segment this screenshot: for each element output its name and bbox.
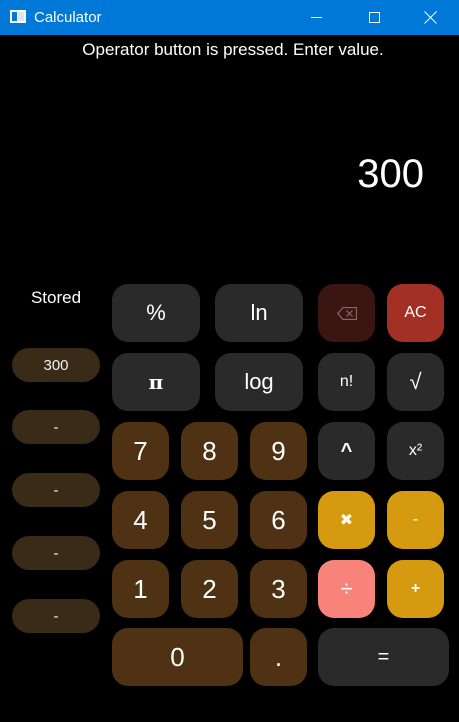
equals-button[interactable]: = [318, 628, 449, 686]
square-root-button[interactable]: √ [387, 353, 444, 411]
add-button[interactable]: + [387, 560, 444, 618]
memory-slot-2[interactable]: - [12, 410, 100, 444]
factorial-button[interactable]: n! [318, 353, 375, 411]
digit-9-button[interactable]: 9 [250, 422, 307, 480]
decimal-button[interactable]: . [250, 628, 307, 686]
digit-1-button[interactable]: 1 [112, 560, 169, 618]
digit-7-button[interactable]: 7 [112, 422, 169, 480]
digit-4-button[interactable]: 4 [112, 491, 169, 549]
backspace-icon [336, 306, 357, 320]
digit-8-button[interactable]: 8 [181, 422, 238, 480]
multiply-button[interactable]: ✖ [318, 491, 375, 549]
calculator-app-icon [10, 10, 26, 23]
pi-button[interactable]: π [112, 353, 200, 411]
ln-button[interactable]: ln [215, 284, 303, 342]
power-button[interactable]: ^ [318, 422, 375, 480]
divide-button[interactable]: ÷ [318, 560, 375, 618]
memory-slot-3[interactable]: - [12, 473, 100, 507]
maximize-icon [368, 12, 380, 23]
subtract-button[interactable]: - [387, 491, 444, 549]
backspace-button[interactable] [318, 284, 375, 342]
minimize-icon [310, 17, 322, 18]
square-button[interactable]: x² [387, 422, 444, 480]
digit-0-button[interactable]: 0 [112, 628, 243, 686]
digit-6-button[interactable]: 6 [250, 491, 307, 549]
digit-3-button[interactable]: 3 [250, 560, 307, 618]
memory-slot-5[interactable]: - [12, 599, 100, 633]
display-value: 300 [357, 152, 424, 196]
memory-slot-1[interactable]: 300 [12, 348, 100, 382]
window-title: Calculator [34, 9, 102, 26]
percent-button[interactable]: % [112, 284, 200, 342]
memory-slot-4[interactable]: - [12, 536, 100, 570]
close-button[interactable] [401, 0, 459, 35]
status-message: Operator button is pressed. Enter value. [82, 40, 384, 59]
all-clear-button[interactable]: AC [387, 284, 444, 342]
close-icon [424, 11, 437, 24]
calculator-window: Calculator Operator button is pressed. E… [0, 0, 459, 722]
stored-label: Stored [30, 288, 82, 307]
log-button[interactable]: log [215, 353, 303, 411]
digit-2-button[interactable]: 2 [181, 560, 238, 618]
minimize-button[interactable] [287, 0, 345, 35]
title-bar[interactable]: Calculator [0, 0, 459, 35]
digit-5-button[interactable]: 5 [181, 491, 238, 549]
maximize-button[interactable] [345, 0, 403, 35]
